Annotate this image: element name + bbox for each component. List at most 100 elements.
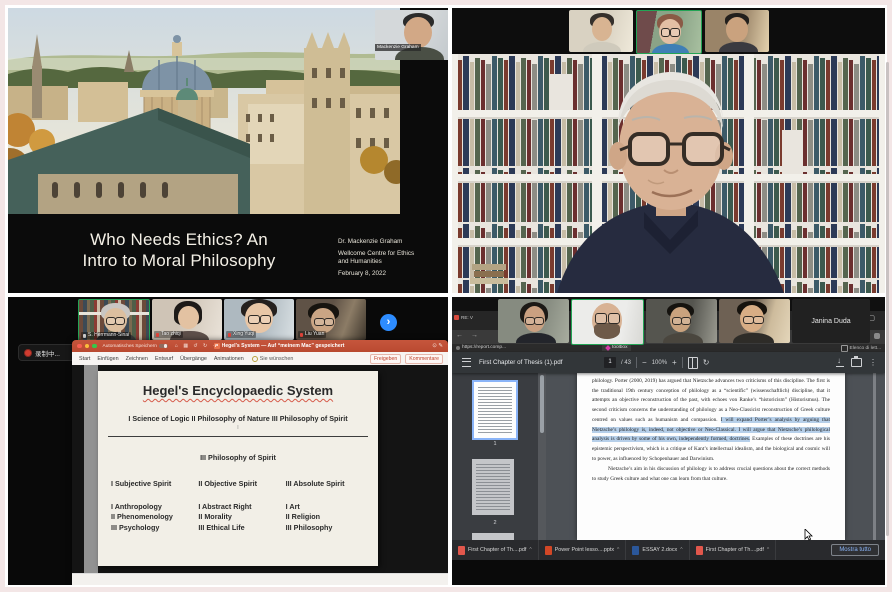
tab-zeichnen[interactable]: Zeichnen	[126, 356, 148, 362]
page-thumbnail-3[interactable]	[472, 533, 514, 540]
credit-name: Dr. Mackenzie Graham	[338, 238, 448, 246]
print-icon[interactable]	[851, 358, 862, 367]
zoom-in-button[interactable]: +	[672, 358, 677, 368]
toolbox-tab[interactable]: toolbox	[602, 344, 631, 351]
zoom-out-button[interactable]: −	[642, 358, 647, 368]
tab-uebergaenge[interactable]: Übergänge	[180, 356, 207, 362]
more-options-icon[interactable]: ⋮	[869, 358, 877, 367]
chevron-up-icon[interactable]: ^	[529, 547, 531, 553]
pdf-text: philology. Porter (2000, 2019) has argue…	[592, 377, 830, 485]
next-participants-button[interactable]: ›	[380, 314, 397, 331]
reading-list-button[interactable]: Elenco di lett...	[841, 345, 881, 352]
downloads-bar: First Chapter of Th....pdf ^ Power Point…	[452, 540, 885, 560]
mac-traffic-lights[interactable]	[77, 344, 97, 349]
participant-video-xing-yuqi[interactable]: Xing Yuqi	[224, 299, 294, 340]
chevron-up-icon[interactable]: ^	[680, 547, 682, 553]
download-item[interactable]: First Chapter of Th....pdf ^	[452, 540, 539, 560]
page-scrollbar[interactable]	[886, 62, 889, 536]
close-icon[interactable]	[77, 344, 82, 349]
tab-animationen[interactable]: Animationen	[214, 356, 244, 362]
chevron-up-icon[interactable]: ^	[767, 547, 769, 553]
column-absolute-spirit: III Absolute Spirit I Art II Religion II…	[286, 479, 373, 533]
panel-zoom-speaker	[452, 8, 885, 293]
slide-caret-mark: I	[98, 425, 378, 431]
toolbox-icon	[605, 345, 611, 351]
fit-page-icon[interactable]	[688, 357, 698, 369]
back-forward-icons[interactable]: ← →	[456, 332, 481, 339]
toggle-icon	[159, 344, 168, 349]
tab-einfuegen[interactable]: Einfügen	[97, 356, 118, 362]
pdf-toolbar: First Chapter of Thesis (1).pdf 1 / 43 −…	[452, 352, 885, 373]
zoom-window-icon[interactable]	[92, 344, 97, 349]
tab-favicon	[454, 315, 459, 320]
rotate-icon[interactable]: ↻	[703, 358, 710, 368]
browser-partial-tab[interactable]: RE: V	[454, 315, 473, 320]
download-icon[interactable]	[836, 358, 844, 367]
address-bar[interactable]: https://report.comp...	[456, 345, 506, 350]
sidebar-scrollbar[interactable]	[538, 373, 546, 540]
download-item[interactable]: Power Point lesso....pptx ^	[539, 540, 627, 560]
menu-icon[interactable]	[462, 358, 471, 367]
autosave-toggle[interactable]: Automatisches Speichern	[103, 344, 168, 349]
mic-muted-icon	[228, 333, 231, 337]
tab-start[interactable]: Start	[79, 356, 90, 362]
pdf-file-icon	[696, 546, 703, 555]
share-button[interactable]: Freigeben	[370, 354, 401, 364]
credit-date: February 8, 2022	[338, 270, 448, 278]
credit-org-1: Wellcome Centre for Ethics	[338, 250, 448, 258]
site-favicon	[456, 346, 460, 350]
participant-name-tile[interactable]: Janina Duda	[792, 299, 870, 343]
participant-video-2-active[interactable]	[571, 299, 644, 345]
thumbnail-label: 2	[452, 520, 538, 526]
titlebar-search-icons[interactable]: ⊙ ✎	[432, 340, 443, 352]
hegel-slide[interactable]: Hegel's Encyclopaedic System I Science o…	[98, 371, 378, 566]
participant-video-herrmann-sinai[interactable]: S. Herrmann-Sinai	[78, 299, 150, 342]
show-all-downloads-button[interactable]: Mostra tutto	[831, 544, 879, 556]
page-thumbnail-1-selected[interactable]	[472, 380, 518, 440]
document-scrollbar[interactable]	[873, 373, 876, 540]
presenter-video-thumbnail[interactable]: Mackenzie Graham	[375, 10, 448, 60]
page-thumbnail-2[interactable]	[472, 459, 514, 515]
reading-list-icon	[841, 345, 848, 352]
mic-muted-icon	[83, 334, 86, 338]
slide-title: Hegel's Encyclopaedic System	[98, 383, 378, 398]
record-dot-icon	[24, 349, 32, 357]
thumbnail-label: 1	[452, 441, 538, 447]
participant-video-1[interactable]	[569, 10, 633, 52]
participant-video-3[interactable]	[646, 299, 717, 343]
participant-video-4[interactable]	[719, 299, 790, 343]
minimize-icon[interactable]	[85, 344, 90, 349]
canvas-gutter	[84, 365, 98, 574]
powerpoint-canvas: Hegel's Encyclopaedic System I Science o…	[72, 365, 448, 574]
tellme-field[interactable]: Sie wünschen	[252, 356, 294, 362]
window-title: P Hegel's System — Auf “meinem Mac” gesp…	[190, 340, 368, 352]
panel-zoom-pdf: RE: V — ▢ ← → https://report.comp... too…	[452, 297, 885, 585]
credit-org-2: and Humanities	[338, 258, 448, 266]
pdf-file-icon	[458, 546, 465, 555]
zoom-level: 100%	[652, 360, 667, 366]
powerpoint-ribbon: Start Einfügen Zeichnen Entwurf Übergäng…	[72, 352, 448, 366]
comments-button[interactable]: Kommentare	[405, 354, 443, 364]
participant-video-1[interactable]	[498, 299, 569, 343]
participant-video-tao-zhiqi[interactable]: Tao zhiqi	[152, 299, 222, 340]
speaker-video-bookshelves	[452, 54, 885, 293]
page-number-input[interactable]: 1	[604, 357, 616, 368]
pdf-filename: First Chapter of Thesis (1).pdf	[479, 359, 563, 366]
slide-credits: Dr. Mackenzie Graham Wellcome Centre for…	[338, 238, 448, 278]
participant-video-liu-yuan[interactable]: Liu Yuan	[296, 299, 366, 340]
powerpoint-statusbar	[72, 573, 448, 585]
tab-entwurf[interactable]: Entwurf	[155, 356, 173, 362]
participant-name-tag: S. Herrmann-Sinai	[81, 332, 131, 339]
chevron-up-icon[interactable]: ^	[617, 547, 619, 553]
slide-title: Who Needs Ethics? An Intro to Moral Phil…	[14, 229, 344, 271]
pdf-content-area: 1 2 philology. Porter (2000, 2019) has a…	[452, 373, 885, 540]
participant-video-3[interactable]	[705, 10, 769, 52]
download-item[interactable]: ESSAY 2.docx ^	[626, 540, 689, 560]
mic-muted-icon	[156, 333, 159, 337]
panel-zoom-powerpoint: 录制中... S. Herrmann-Sinai Tao zhiqi	[8, 297, 448, 585]
participant-video-2-active[interactable]	[636, 10, 702, 54]
download-item[interactable]: First Chapter of Th....pdf ^	[690, 540, 777, 560]
participant-strip	[452, 10, 885, 54]
slide-top-row: I Science of Logic II Philosophy of Natu…	[98, 414, 378, 423]
pdf-thumbnail-sidebar: 1 2	[452, 373, 538, 540]
